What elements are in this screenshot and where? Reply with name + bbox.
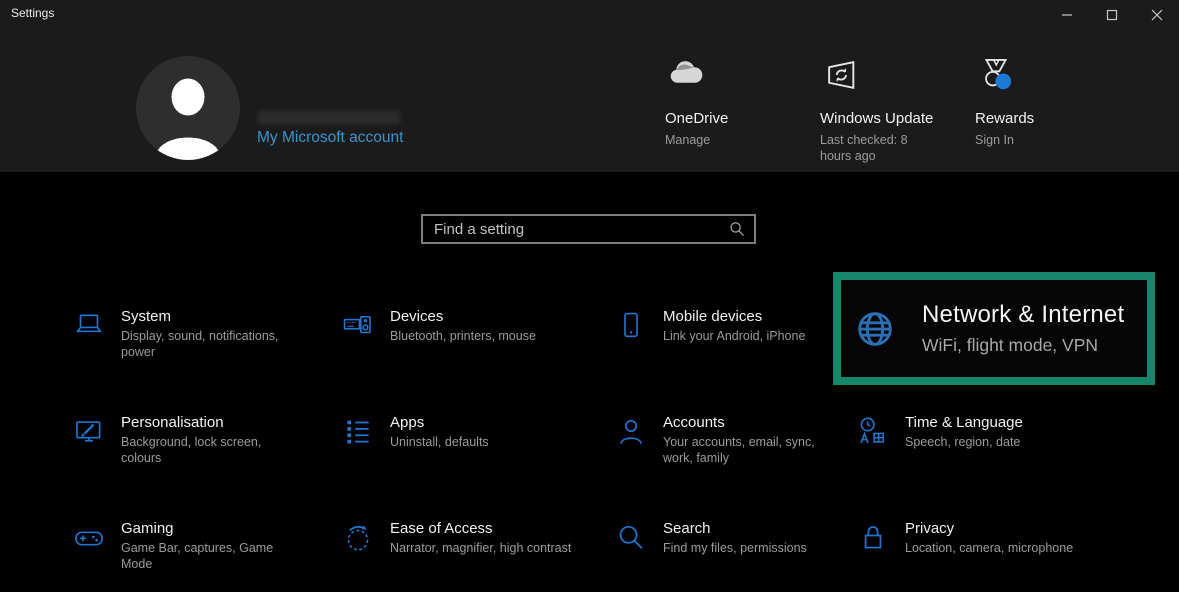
- tile-subtitle: Speech, region, date: [905, 435, 1023, 451]
- tile-subtitle: Link your Android, iPhone: [663, 329, 805, 345]
- tile-subtitle: Display, sound, notifications, power: [121, 329, 303, 360]
- tile-title: Gaming: [121, 520, 303, 537]
- laptop-icon: [72, 309, 106, 343]
- tile-system[interactable]: System Display, sound, notifications, po…: [72, 308, 303, 360]
- avatar: [136, 56, 240, 160]
- quick-item-rewards[interactable]: Rewards Sign In: [975, 52, 1095, 148]
- globe-icon: [852, 306, 898, 352]
- quick-item-title: Windows Update: [820, 110, 955, 127]
- tile-title: Devices: [390, 308, 536, 325]
- tile-network-internet-highlighted[interactable]: Network & Internet WiFi, flight mode, VP…: [833, 272, 1155, 385]
- tile-title: System: [121, 308, 303, 325]
- tile-gaming[interactable]: Gaming Game Bar, captures, Game Mode: [72, 520, 303, 572]
- tile-title: Search: [663, 520, 807, 537]
- quick-item-onedrive[interactable]: OneDrive Manage: [665, 52, 795, 148]
- minimize-icon: [1061, 9, 1073, 21]
- maximize-button[interactable]: [1089, 0, 1134, 30]
- search-box: [421, 214, 756, 244]
- quick-item-subtitle: Last checked: 8 hours ago: [820, 132, 916, 165]
- quick-item-title: OneDrive: [665, 110, 795, 127]
- onedrive-cloud-icon: [665, 52, 795, 98]
- window-controls: [1044, 0, 1179, 30]
- tile-subtitle: Bluetooth, printers, mouse: [390, 329, 536, 345]
- rewards-medal-icon: [975, 52, 1095, 98]
- windows-update-icon: [820, 52, 955, 98]
- header: Settings: [0, 0, 1179, 172]
- tile-personalisation[interactable]: Personalisation Background, lock screen,…: [72, 414, 303, 466]
- gamepad-icon: [72, 521, 106, 555]
- ease-of-access-icon: [341, 521, 375, 555]
- magnifier-icon: [614, 521, 648, 555]
- quick-item-subtitle: Manage: [665, 132, 795, 148]
- tile-title: Personalisation: [121, 414, 303, 431]
- tile-title: Mobile devices: [663, 308, 805, 325]
- tile-subtitle: Narrator, magnifier, high contrast: [390, 541, 571, 557]
- lock-icon: [856, 521, 890, 555]
- close-button[interactable]: [1134, 0, 1179, 30]
- tile-ease-of-access[interactable]: Ease of Access Narrator, magnifier, high…: [341, 520, 571, 557]
- apps-list-icon: [341, 415, 375, 449]
- tile-apps[interactable]: Apps Uninstall, defaults: [341, 414, 489, 451]
- tile-title: Privacy: [905, 520, 1073, 537]
- tile-devices[interactable]: Devices Bluetooth, printers, mouse: [341, 308, 536, 345]
- personalisation-icon: [72, 415, 106, 449]
- window-title: Settings: [11, 6, 54, 20]
- tile-subtitle: WiFi, flight mode, VPN: [922, 335, 1124, 356]
- tile-mobile-devices[interactable]: Mobile devices Link your Android, iPhone: [614, 308, 805, 345]
- tile-title: Network & Internet: [922, 301, 1124, 329]
- tile-subtitle: Uninstall, defaults: [390, 435, 489, 451]
- tile-privacy[interactable]: Privacy Location, camera, microphone: [856, 520, 1073, 557]
- tile-time-language[interactable]: Time & Language Speech, region, date: [856, 414, 1023, 451]
- settings-window: Settings: [0, 0, 1179, 592]
- tile-subtitle: Find my files, permissions: [663, 541, 807, 557]
- account-name-redacted: [258, 111, 400, 124]
- clock-language-icon: [856, 415, 890, 449]
- devices-icon: [341, 309, 375, 343]
- minimize-button[interactable]: [1044, 0, 1089, 30]
- tile-search[interactable]: Search Find my files, permissions: [614, 520, 807, 557]
- tile-subtitle: Your accounts, email, sync, work, family: [663, 435, 845, 466]
- tile-subtitle: Location, camera, microphone: [905, 541, 1073, 557]
- tile-title: Time & Language: [905, 414, 1023, 431]
- maximize-icon: [1106, 9, 1118, 21]
- phone-icon: [614, 309, 648, 343]
- close-icon: [1151, 9, 1163, 21]
- quick-item-title: Rewards: [975, 110, 1095, 127]
- quick-item-subtitle: Sign In: [975, 132, 1095, 148]
- search-icon[interactable]: [724, 221, 750, 237]
- tile-subtitle: Background, lock screen, colours: [121, 435, 303, 466]
- tile-title: Ease of Access: [390, 520, 571, 537]
- search-input[interactable]: [423, 221, 724, 238]
- quick-item-windows-update[interactable]: Windows Update Last checked: 8 hours ago: [820, 52, 955, 165]
- tile-accounts[interactable]: Accounts Your accounts, email, sync, wor…: [614, 414, 845, 466]
- tile-title: Accounts: [663, 414, 845, 431]
- tile-title: Apps: [390, 414, 489, 431]
- microsoft-account-link[interactable]: My Microsoft account: [257, 129, 403, 147]
- person-icon: [614, 415, 648, 449]
- tile-subtitle: Game Bar, captures, Game Mode: [121, 541, 303, 572]
